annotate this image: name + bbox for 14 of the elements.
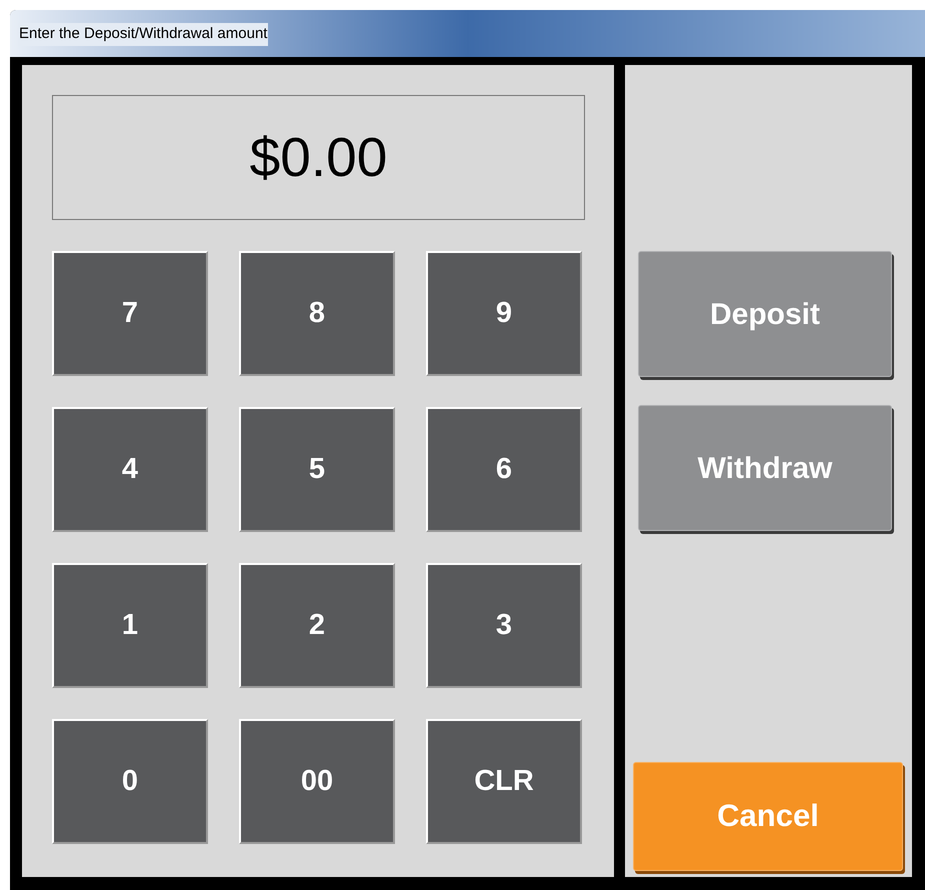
keypad-key[interactable]: 9 xyxy=(426,251,582,376)
keypad-key[interactable]: CLR xyxy=(426,719,582,844)
keypad-key[interactable]: 8 xyxy=(239,251,395,376)
amount-display: $0.00 xyxy=(52,95,585,220)
keypad-key[interactable]: 00 xyxy=(239,719,395,844)
keypad-key[interactable]: 6 xyxy=(426,407,582,532)
keypad-key[interactable]: 0 xyxy=(52,719,208,844)
keypad-key[interactable]: 1 xyxy=(52,563,208,688)
keypad-key[interactable]: 4 xyxy=(52,407,208,532)
keypad-key[interactable]: 7 xyxy=(52,251,208,376)
keypad-key[interactable]: 2 xyxy=(239,563,395,688)
keypad-key[interactable]: 3 xyxy=(426,563,582,688)
window-title: Enter the Deposit/Withdrawal amount xyxy=(18,23,268,46)
keypad-key[interactable]: 5 xyxy=(239,407,395,532)
